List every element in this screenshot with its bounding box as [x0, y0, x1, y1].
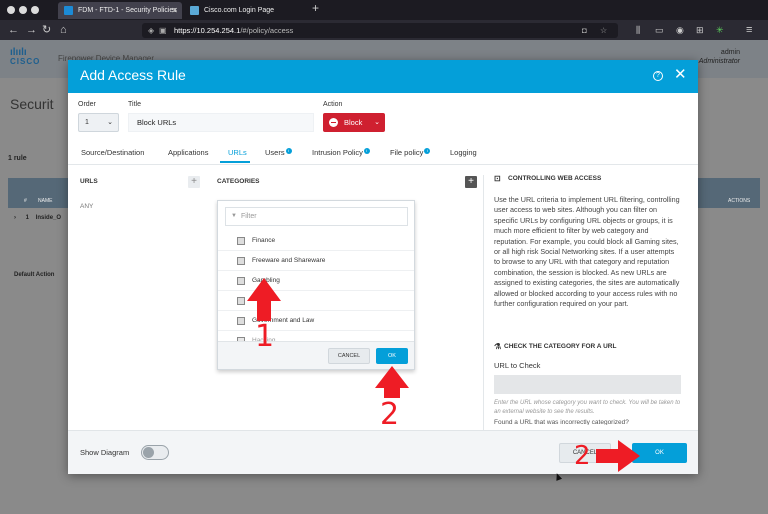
step-number-2: 2	[380, 397, 400, 432]
step-number-2: 2	[574, 441, 591, 471]
arrow-right-2	[596, 440, 640, 472]
annotation-overlay	[247, 278, 640, 472]
arrow-up-1	[247, 278, 281, 321]
arrow-up-2	[375, 366, 409, 398]
step-number-1: 1	[255, 319, 275, 354]
